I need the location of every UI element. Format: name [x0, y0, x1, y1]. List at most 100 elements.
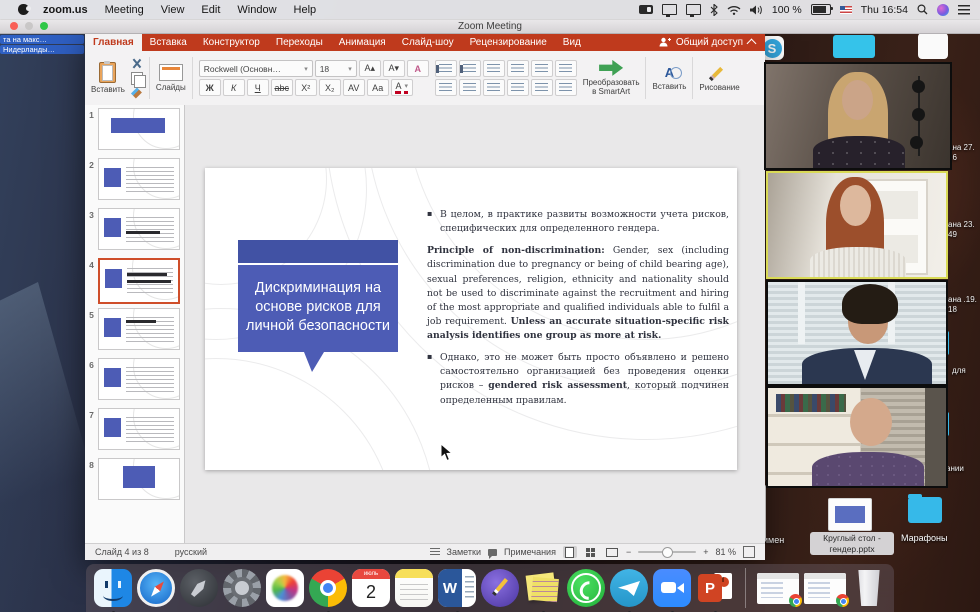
slide-canvas[interactable]: Дискриминация на основе рисков для лично… — [205, 168, 737, 470]
smartart-icon[interactable] — [599, 60, 623, 76]
dock-whatsapp-icon[interactable] — [567, 569, 605, 607]
desktop-file-label[interactable]: Нидерланды… — [0, 45, 84, 54]
dock-launchpad-icon[interactable] — [180, 569, 218, 607]
ppt-file-label[interactable]: Круглый стол - гендер.pptx — [810, 532, 894, 555]
clear-formatting-button[interactable]: А — [407, 60, 429, 77]
ppt-file-desktop-icon[interactable] — [828, 498, 872, 531]
menu-item-meeting[interactable]: Meeting — [105, 4, 144, 16]
change-case-button[interactable]: Аа — [367, 79, 389, 96]
normal-view-button[interactable] — [563, 546, 577, 558]
desktop-folder-icon[interactable] — [833, 35, 875, 58]
cut-icon[interactable] — [131, 58, 142, 69]
character-spacing-button[interactable]: AV — [343, 79, 365, 96]
participant-video-1[interactable] — [764, 62, 952, 170]
comments-icon[interactable] — [488, 549, 497, 556]
align-right-button[interactable] — [483, 79, 505, 96]
dock-photos-icon[interactable] — [266, 569, 304, 607]
numbering-button[interactable] — [459, 60, 481, 77]
slide-thumbnail-4-selected[interactable] — [98, 258, 180, 304]
shrink-font-button[interactable]: А▾ — [383, 60, 405, 77]
tab-insert[interactable]: Вставка — [142, 33, 195, 51]
tab-view[interactable]: Вид — [555, 33, 589, 51]
align-text-button[interactable] — [555, 79, 577, 96]
tab-review[interactable]: Рецензирование — [462, 33, 555, 51]
paste-button[interactable]: Вставить — [91, 62, 125, 94]
menu-item-window[interactable]: Window — [237, 4, 276, 16]
dock-calendar-icon[interactable]: июль2 — [352, 569, 390, 607]
tab-design[interactable]: Конструктор — [195, 33, 268, 51]
strikethrough-button[interactable]: abc — [271, 79, 293, 96]
dock-trash-icon[interactable] — [855, 570, 883, 606]
align-left-button[interactable] — [435, 79, 457, 96]
drawing-icon[interactable] — [711, 65, 729, 81]
bold-button[interactable]: Ж — [199, 79, 221, 96]
format-painter-icon[interactable] — [131, 88, 142, 99]
slide-thumbnail-1[interactable] — [98, 108, 180, 150]
display-icon[interactable] — [662, 4, 677, 15]
zoom-slider[interactable] — [638, 551, 696, 553]
justify-button[interactable] — [507, 79, 529, 96]
tab-transitions[interactable]: Переходы — [268, 33, 331, 51]
menu-clock[interactable]: Thu 16:54 — [861, 4, 908, 16]
minimized-chrome-window-2[interactable] — [804, 573, 846, 604]
smartart-label[interactable]: Преобразовать в SmartArt — [583, 78, 640, 96]
new-slide-icon[interactable] — [159, 64, 183, 81]
menu-item-zoomus[interactable]: zoom.us — [43, 4, 88, 16]
dock-notes-icon[interactable] — [395, 569, 433, 607]
insert-text-icon[interactable]: А — [665, 66, 674, 80]
menu-item-edit[interactable]: Edit — [201, 4, 220, 16]
camera-status-icon[interactable] — [639, 5, 653, 14]
dock-zoom-icon[interactable] — [653, 569, 691, 607]
participant-video-4[interactable] — [766, 386, 948, 488]
columns-button[interactable] — [555, 60, 577, 77]
slideshow-view-button[interactable] — [605, 546, 619, 558]
bluetooth-icon[interactable] — [710, 4, 718, 16]
language-indicator[interactable]: русский — [175, 547, 207, 557]
slide-thumbnail-2[interactable] — [98, 158, 180, 200]
indent-decrease-button[interactable] — [483, 60, 505, 77]
dock-stickies-icon[interactable] — [524, 569, 562, 607]
marafony-folder-icon[interactable] — [908, 497, 942, 523]
participant-video-2-active-speaker[interactable] — [766, 171, 948, 279]
collapse-ribbon-icon[interactable] — [747, 39, 757, 49]
keyboard-layout-flag-icon[interactable] — [840, 6, 852, 14]
mirroring-icon[interactable] — [686, 4, 701, 15]
bullets-button[interactable] — [435, 60, 457, 77]
minimized-chrome-window-1[interactable] — [757, 573, 799, 604]
font-color-button[interactable]: А▾ — [391, 79, 413, 96]
apple-menu-icon[interactable] — [18, 4, 29, 15]
slide-thumbnail-3[interactable] — [98, 208, 180, 250]
font-size-select[interactable]: 18▾ — [315, 60, 357, 77]
desktop-file-label[interactable]: та на макс… — [0, 35, 84, 44]
wifi-icon[interactable] — [727, 5, 741, 15]
menu-item-help[interactable]: Help — [294, 4, 317, 16]
slide-thumbnail-8[interactable] — [98, 458, 180, 500]
dock-telegram-icon[interactable] — [610, 569, 648, 607]
dock-chrome-icon[interactable] — [309, 569, 347, 607]
copy-icon[interactable] — [131, 72, 143, 85]
text-direction-button[interactable] — [531, 79, 553, 96]
comments-toggle[interactable]: Примечания — [504, 547, 556, 557]
spotlight-search-icon[interactable] — [917, 4, 928, 15]
line-spacing-button[interactable] — [531, 60, 553, 77]
tab-slideshow[interactable]: Слайд-шоу — [394, 33, 462, 51]
slide-sorter-view-button[interactable] — [584, 546, 598, 558]
notes-toggle[interactable]: Заметки — [447, 547, 481, 557]
font-name-select[interactable]: Rockwell (Основн…▾ — [199, 60, 313, 77]
dock-finder-icon[interactable] — [94, 569, 132, 607]
zoom-in-button[interactable]: + — [703, 547, 708, 557]
siri-icon[interactable] — [937, 4, 949, 16]
superscript-button[interactable]: X² — [295, 79, 317, 96]
italic-button[interactable]: К — [223, 79, 245, 96]
fit-slide-button[interactable] — [743, 546, 755, 558]
notes-icon[interactable] — [430, 548, 440, 556]
participant-video-3[interactable] — [766, 280, 948, 386]
zoom-out-button[interactable]: − — [626, 547, 631, 557]
slide-thumbnail-5[interactable] — [98, 308, 180, 350]
tab-home[interactable]: Главная — [85, 33, 142, 51]
dock-safari-icon[interactable] — [137, 569, 175, 607]
align-center-button[interactable] — [459, 79, 481, 96]
slide-body-textbox[interactable]: ▪ В целом, в практике развиты возможност… — [427, 208, 729, 416]
menu-item-view[interactable]: View — [161, 4, 185, 16]
dock-drawing-app-icon[interactable] — [481, 569, 519, 607]
